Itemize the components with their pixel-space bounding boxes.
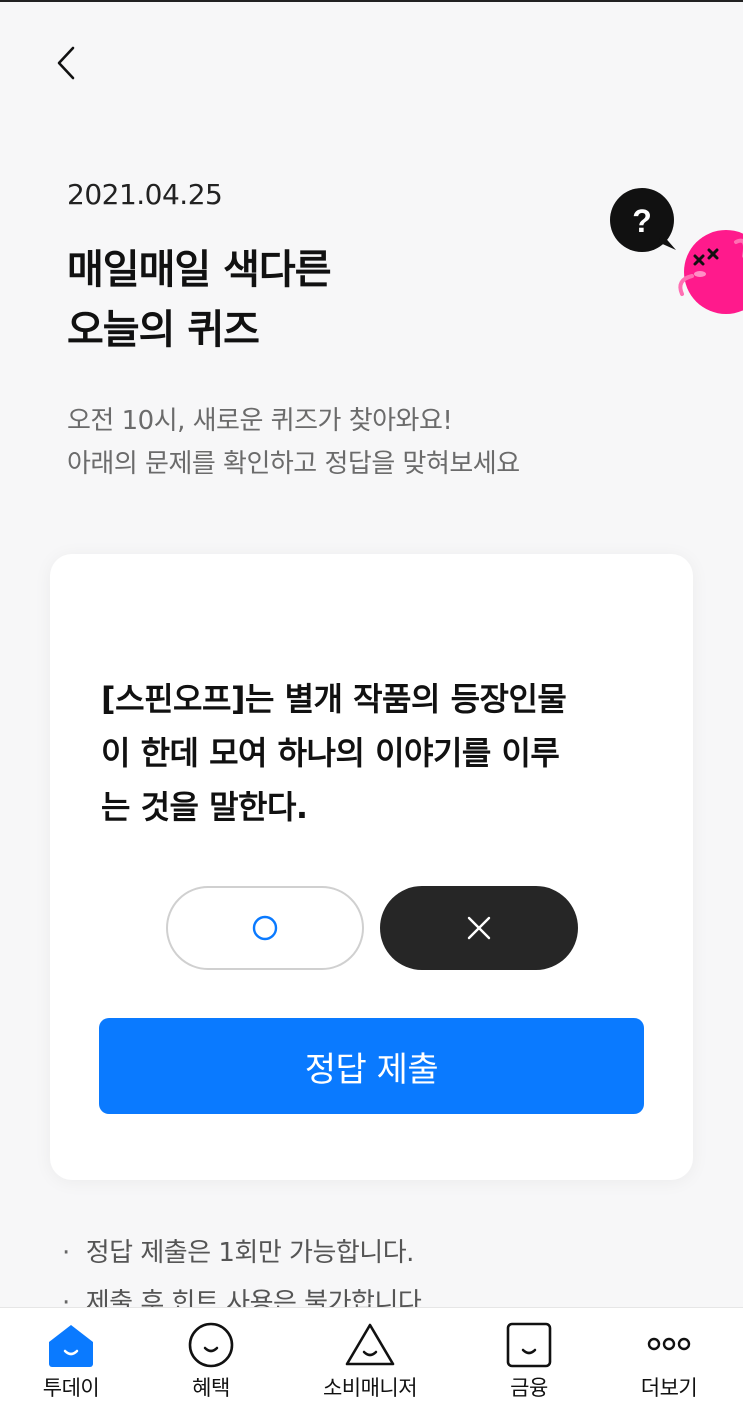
submit-answer-button[interactable]: 정답 제출 (99, 1018, 644, 1114)
chevron-left-icon (57, 46, 75, 80)
tab-spending-manager[interactable]: 소비매니저 (320, 1308, 420, 1409)
quiz-card: [스핀오프]는 별개 작품의 등장인물 이 한데 모여 하나의 이야기를 이루 … (50, 554, 693, 1180)
tab-label: 소비매니저 (322, 1376, 418, 1400)
answer-o-button[interactable] (166, 886, 364, 970)
smile-circle-icon (188, 1322, 234, 1368)
square-face-icon (506, 1322, 552, 1368)
bottom-tab-bar: 투데이 혜택 소비매니저 금융 더보기 (0, 1307, 743, 1409)
tab-label: 더보기 (640, 1376, 698, 1400)
question-line-1: [스핀오프]는 별개 작품의 등장인물 (101, 680, 567, 718)
svg-text:?: ? (632, 203, 652, 239)
answer-x-button[interactable] (380, 886, 578, 970)
note-item: · 정답 제출은 1회만 가능합니다. (62, 1238, 414, 1268)
quiz-question: [스핀오프]는 별개 작품의 등장인물 이 한데 모여 하나의 이야기를 이루 … (101, 672, 661, 834)
tab-today[interactable]: 투데이 (21, 1308, 121, 1409)
back-button[interactable] (48, 40, 88, 86)
subtitle-line-2: 아래의 문제를 확인하고 정답을 맞혀보세요 (67, 449, 520, 479)
top-edge-line (0, 0, 743, 2)
title-line-1: 매일매일 색다른 (67, 247, 332, 293)
speech-bubble-icon: ? (610, 188, 676, 252)
x-mark-icon (467, 916, 491, 940)
tab-more[interactable]: 더보기 (619, 1308, 719, 1409)
tab-label: 혜택 (192, 1376, 230, 1400)
question-line-3: 는 것을 말한다. (101, 788, 308, 826)
page-title: 매일매일 색다른 오늘의 퀴즈 (67, 240, 332, 360)
circle-o-icon (252, 915, 278, 941)
question-line-2: 이 한데 모여 하나의 이야기를 이루 (101, 734, 560, 772)
page-subtitle: 오전 10시, 새로운 퀴즈가 찾아와요! 아래의 문제를 확인하고 정답을 맞… (67, 400, 520, 486)
pink-character-icon (678, 230, 743, 314)
tab-label: 금융 (510, 1376, 548, 1400)
quiz-mascot-illustration: ? (610, 188, 743, 314)
tab-finance[interactable]: 금융 (479, 1308, 579, 1409)
subtitle-line-1: 오전 10시, 새로운 퀴즈가 찾아와요! (67, 406, 453, 436)
home-icon (49, 1325, 93, 1367)
tab-label: 투데이 (42, 1376, 100, 1400)
title-line-2: 오늘의 퀴즈 (67, 307, 260, 353)
tab-benefits[interactable]: 혜택 (161, 1308, 261, 1409)
more-dots-icon (647, 1337, 691, 1351)
quiz-date: 2021.04.25 (67, 178, 223, 211)
triangle-face-icon (345, 1323, 395, 1366)
